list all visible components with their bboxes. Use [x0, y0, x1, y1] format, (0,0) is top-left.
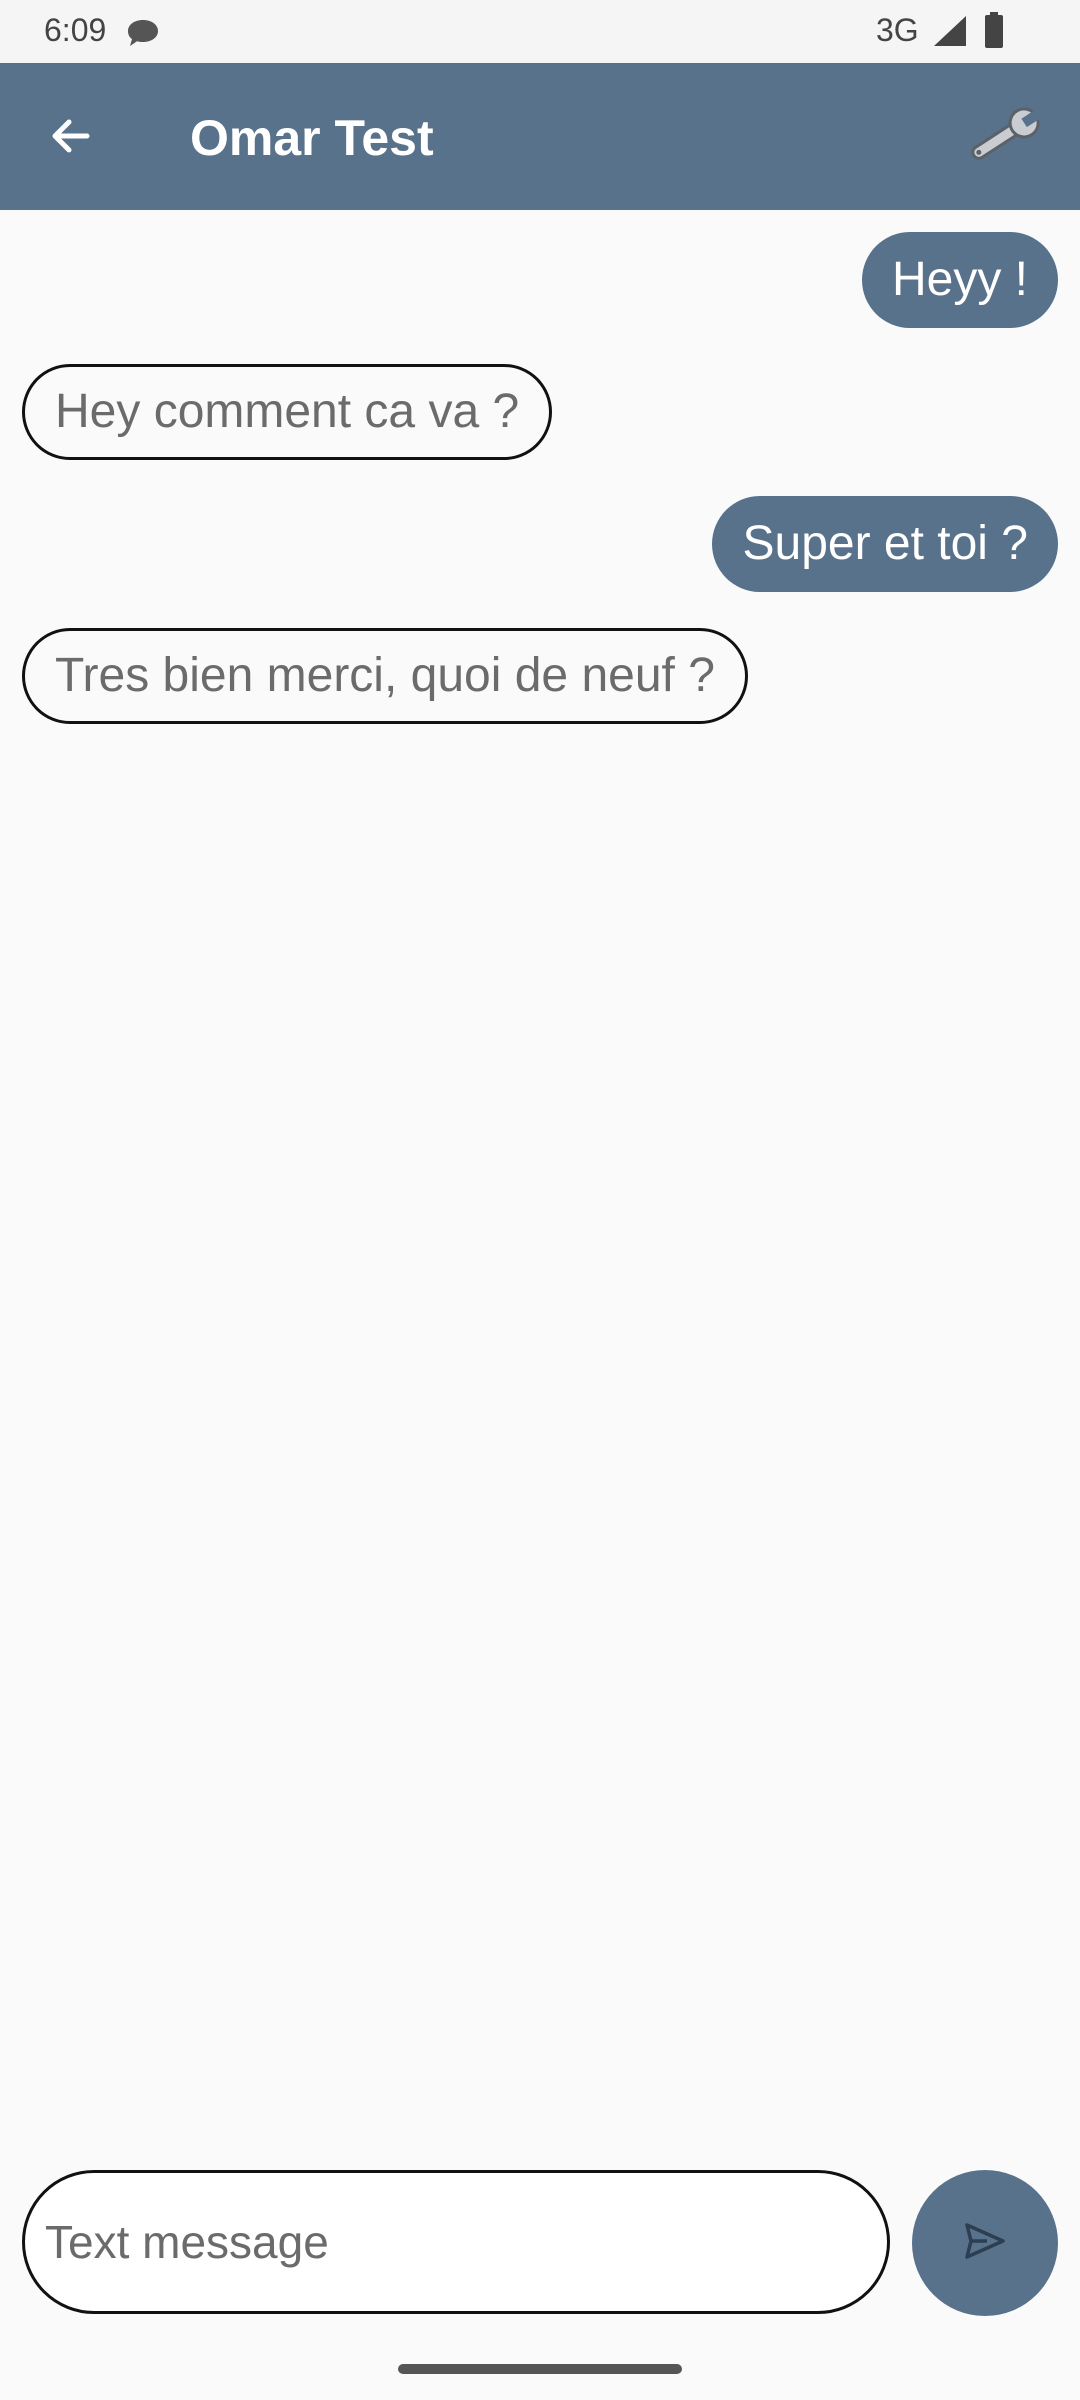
message-icon: [126, 18, 160, 48]
message-text: Super et toi ?: [742, 517, 1028, 570]
send-button[interactable]: [912, 2170, 1058, 2316]
message-bubble-outgoing[interactable]: Super et toi ?: [712, 496, 1058, 592]
message-input[interactable]: [22, 2170, 890, 2314]
arrow-back-icon: [47, 112, 95, 165]
back-button[interactable]: [36, 103, 106, 173]
message-text: Hey comment ca va ?: [55, 385, 520, 438]
network-type: 3G: [876, 12, 919, 48]
status-bar: 6:09 3G: [0, 0, 1080, 63]
signal-icon: [932, 14, 968, 48]
message-text: Tres bien merci, quoi de neuf ?: [55, 649, 715, 702]
send-icon: [961, 2217, 1009, 2270]
message-bubble-outgoing[interactable]: Heyy !: [861, 232, 1058, 328]
message-bubble-incoming[interactable]: Hey comment ca va ?: [22, 364, 553, 460]
wrench-icon: [962, 104, 1046, 173]
gesture-nav-handle[interactable]: [398, 2364, 682, 2374]
message-bubble-incoming[interactable]: Tres bien merci, quoi de neuf ?: [22, 628, 748, 724]
message-text: Heyy !: [891, 253, 1028, 306]
page-title: Omar Test: [190, 110, 434, 166]
settings-button[interactable]: [958, 99, 1050, 177]
app-bar: Omar Test: [0, 63, 1080, 210]
battery-icon: [984, 12, 1004, 48]
status-time: 6:09: [44, 12, 107, 48]
